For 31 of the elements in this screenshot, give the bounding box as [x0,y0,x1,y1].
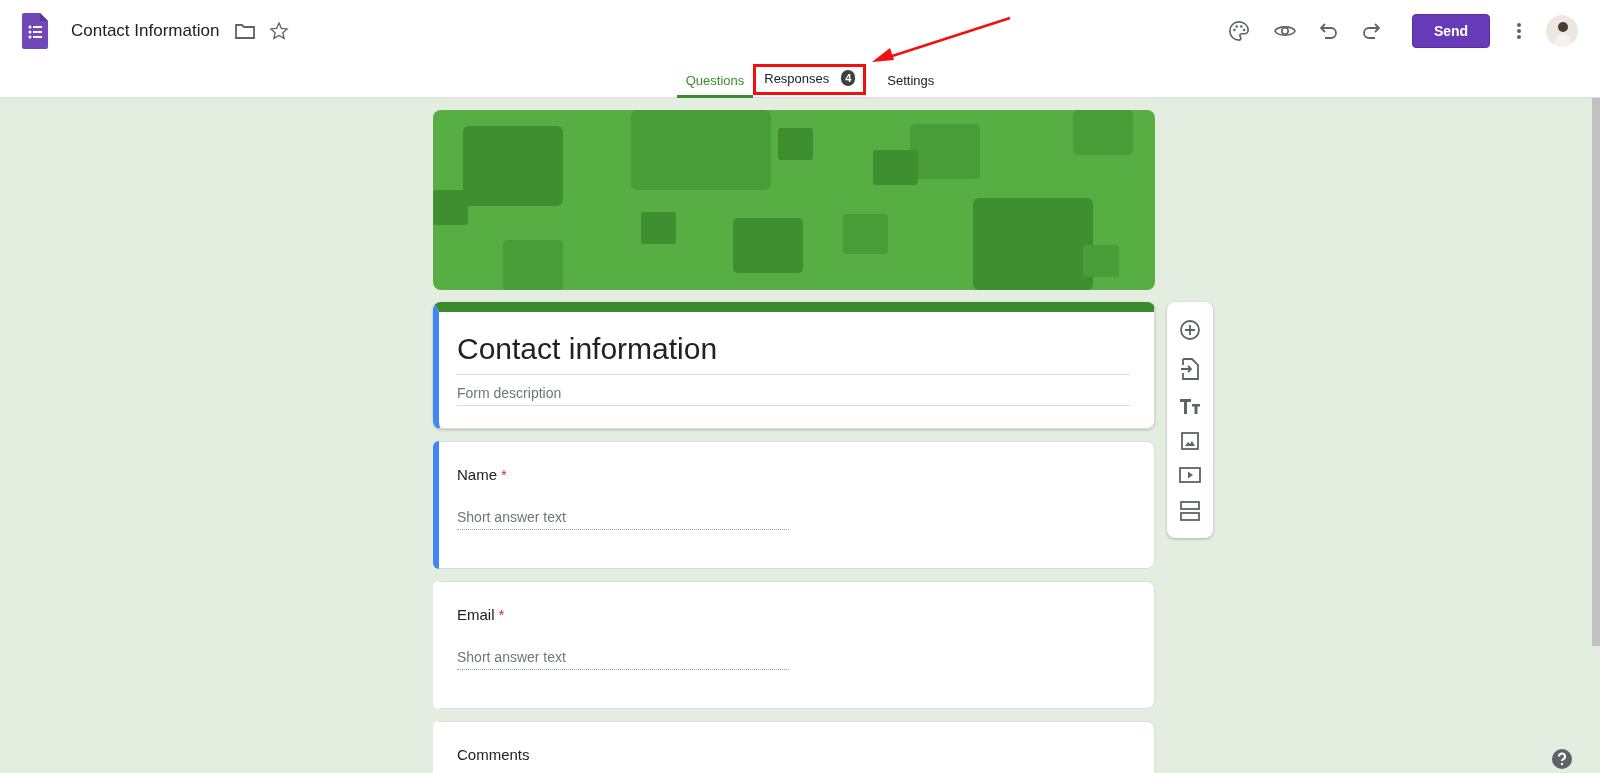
question-title: Email [457,606,495,623]
send-button[interactable]: Send [1412,14,1490,48]
section-icon[interactable] [1180,501,1200,522]
tab[interactable]: Questions [676,62,754,98]
tab[interactable]: Responses 4 [756,67,864,92]
more-options-icon[interactable] [1516,22,1522,40]
tab[interactable]: Settings [878,62,944,98]
required-mark: * [498,606,505,623]
help-icon[interactable] [1552,749,1572,769]
palette-icon[interactable] [1228,20,1250,42]
eye-icon[interactable] [1274,23,1296,39]
count-badge: 4 [841,70,856,86]
folder-icon[interactable] [235,23,256,39]
question-card[interactable]: Name * Short answer text [433,441,1155,569]
image-icon[interactable] [1181,431,1199,450]
undo-icon[interactable] [1320,22,1338,40]
question-title: Name [457,466,497,483]
avatar-icon[interactable] [1546,15,1578,47]
add-question-icon[interactable] [1179,318,1201,341]
text-format-icon[interactable] [1179,398,1201,415]
redo-icon[interactable] [1362,22,1380,40]
document-title[interactable]: Contact Information [71,21,220,41]
question-card[interactable]: Email * Short answer text [433,581,1155,709]
question-card[interactable]: Comments [433,721,1155,773]
import-icon[interactable] [1181,358,1199,381]
scrollbar[interactable] [1592,98,1600,646]
question-title: Comments [457,746,530,763]
video-icon[interactable] [1179,467,1201,484]
star-icon[interactable] [269,21,290,41]
forms-logo-icon[interactable] [22,13,48,49]
required-mark: * [501,466,507,483]
